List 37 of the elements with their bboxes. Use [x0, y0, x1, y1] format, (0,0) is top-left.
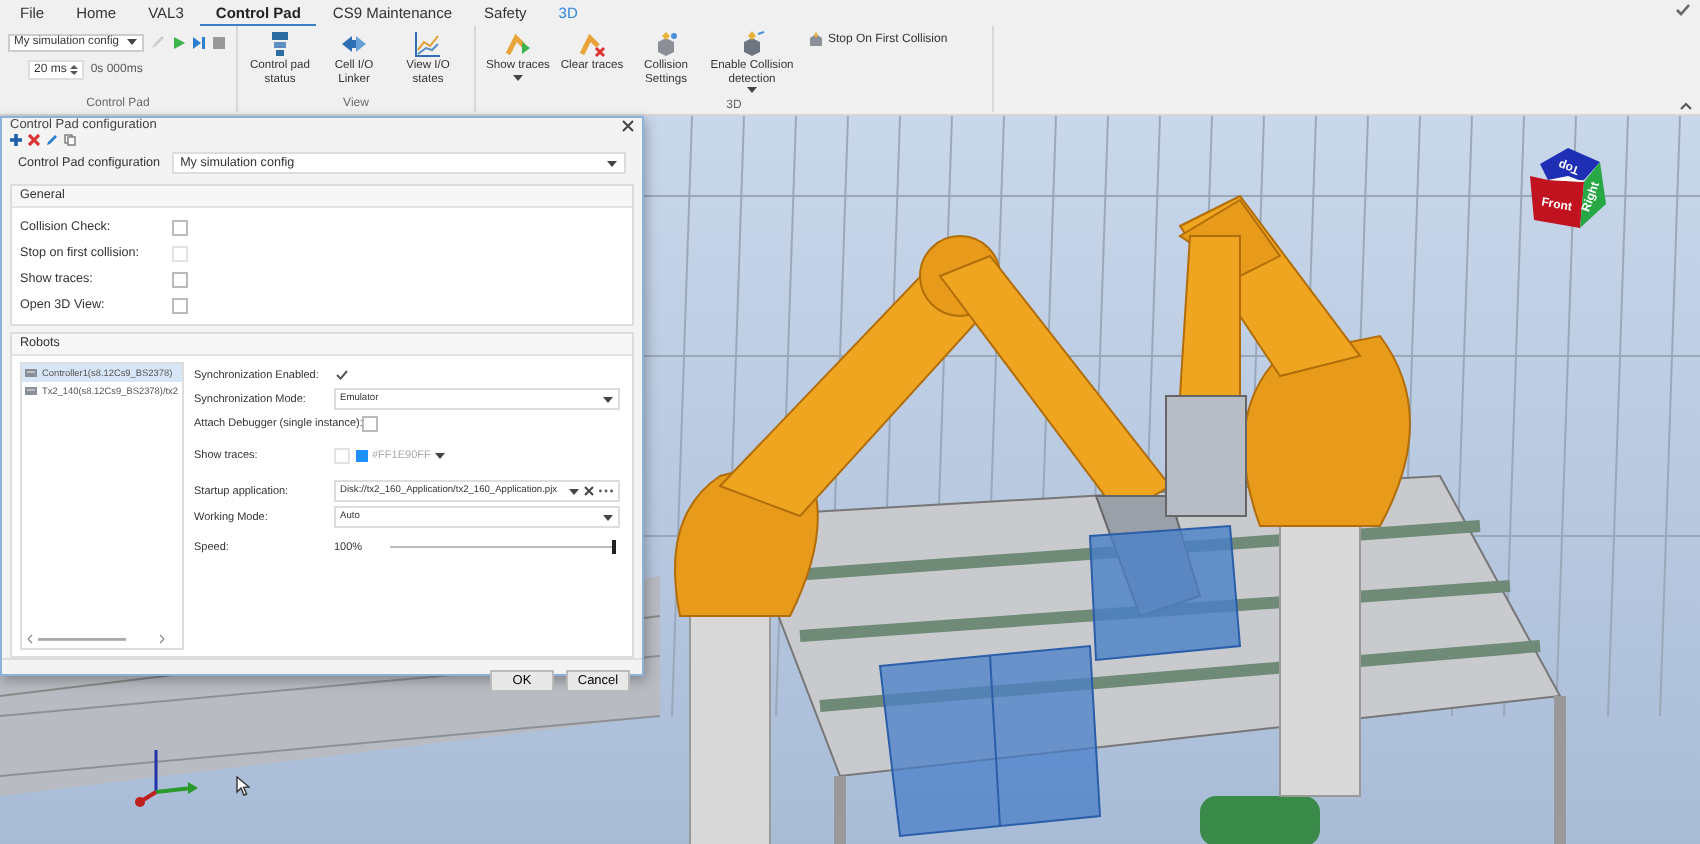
pencil-icon[interactable] [46, 134, 58, 146]
slider-thumb[interactable] [612, 540, 617, 554]
status-icon [266, 30, 294, 58]
dropdown-caret-icon[interactable] [512, 73, 524, 81]
more-icon[interactable] [598, 488, 614, 494]
horizontal-scrollbar-icon[interactable] [26, 634, 166, 644]
checkbox[interactable] [172, 271, 188, 287]
linker-icon [340, 30, 368, 58]
collision-icon [652, 30, 680, 58]
axis-triad-icon [132, 748, 200, 808]
spin-arrows-icon[interactable] [70, 64, 79, 76]
caret-icon[interactable] [602, 513, 614, 521]
collapse-icon[interactable] [1680, 102, 1692, 110]
caret-icon[interactable] [606, 159, 618, 167]
copy-icon[interactable] [64, 134, 76, 146]
clear-icon[interactable] [584, 486, 594, 496]
checkbox[interactable] [172, 297, 188, 313]
delete-icon[interactable] [28, 134, 40, 146]
collision-detection-icon [738, 30, 766, 58]
checkbox[interactable] [334, 367, 350, 383]
clear-traces-icon [578, 30, 606, 58]
caret-icon[interactable] [602, 395, 614, 403]
checkmark-icon[interactable] [1676, 4, 1690, 16]
dropdown-caret-icon[interactable] [746, 86, 758, 94]
caret-icon[interactable] [434, 452, 447, 460]
cursor-icon [236, 776, 250, 796]
chart-icon [414, 30, 442, 58]
check-icon [336, 370, 348, 380]
checkbox[interactable] [362, 415, 379, 431]
collision-stop-icon [808, 32, 824, 48]
caret-icon[interactable] [126, 38, 138, 46]
caret-icon[interactable] [568, 487, 580, 495]
checkbox[interactable] [172, 219, 188, 235]
add-icon[interactable] [10, 134, 22, 146]
close-icon[interactable] [622, 119, 634, 131]
traces-icon [504, 30, 532, 58]
step-icon[interactable] [192, 35, 206, 49]
